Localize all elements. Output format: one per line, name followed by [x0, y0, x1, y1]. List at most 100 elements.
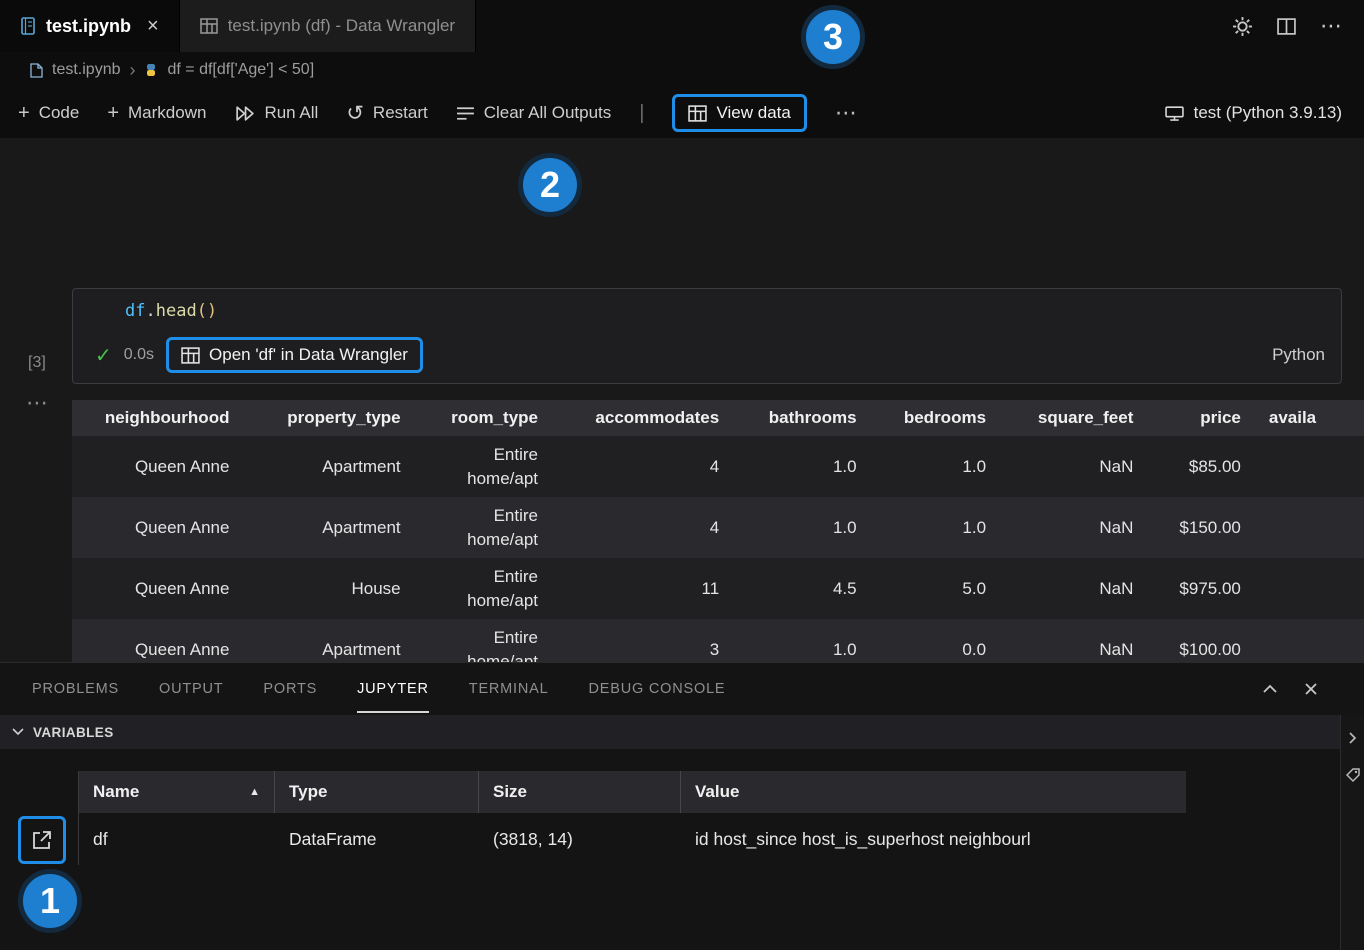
column-header: property_type — [243, 400, 414, 436]
panel-tab-ports[interactable]: PORTS — [263, 665, 317, 713]
cell: NaN — [1000, 497, 1147, 558]
variables-table: Name ▲ Type Size Value df DataFrame (381… — [78, 771, 1186, 865]
cell: 4 — [552, 497, 733, 558]
plus-icon: + — [18, 102, 30, 125]
panel-tab-debug-console[interactable]: DEBUG CONSOLE — [589, 665, 726, 713]
breadcrumb-separator: › — [129, 60, 135, 81]
vars-column-value-label: Value — [695, 782, 739, 802]
chevron-right-icon[interactable] — [1348, 731, 1357, 745]
gear-icon[interactable] — [1232, 16, 1253, 37]
variable-type: DataFrame — [275, 829, 479, 850]
tab-label: test.ipynb (df) - Data Wrangler — [228, 16, 455, 36]
cell: 1.0 — [871, 497, 1000, 558]
annotation-circle-2: 2 — [518, 153, 582, 217]
notebook-toolbar: + Code + Markdown Run All ↺ Restart Clea… — [0, 88, 1364, 138]
breadcrumb-code[interactable]: df = df[df['Age'] < 50] — [167, 61, 314, 79]
breadcrumb: test.ipynb › df = df[df['Age'] < 50] — [0, 52, 1364, 88]
panel-tab-problems[interactable]: PROBLEMS — [32, 665, 119, 713]
cell-language[interactable]: Python — [1272, 345, 1325, 365]
variable-value: id host_since host_is_superhost neighbou… — [681, 829, 1187, 850]
code-token: head — [156, 301, 197, 321]
cell: NaN — [1000, 558, 1147, 619]
close-icon[interactable]: × — [147, 15, 159, 38]
clear-all-outputs-button[interactable]: Clear All Outputs — [456, 103, 612, 123]
panel-tab-output[interactable]: OUTPUT — [159, 665, 223, 713]
file-icon — [30, 63, 43, 78]
column-header: square_feet — [1000, 400, 1147, 436]
add-code-label: Code — [39, 103, 80, 123]
notebook-cell[interactable]: df.head() ✓ 0.0s Open 'df' in Data Wrang… — [72, 288, 1342, 384]
breadcrumb-file[interactable]: test.ipynb — [52, 61, 120, 79]
open-in-data-viewer-button[interactable] — [18, 816, 66, 864]
column-header: price — [1147, 400, 1255, 436]
cell-status-bar: ✓ 0.0s Open 'df' in Data Wrangler Python — [95, 333, 1325, 377]
vars-column-type[interactable]: Type — [275, 771, 479, 813]
variable-row[interactable]: df DataFrame (3818, 14) id host_since ho… — [79, 813, 1186, 865]
clear-outputs-label: Clear All Outputs — [484, 103, 612, 123]
cell: 4 — [552, 436, 733, 497]
vars-column-name[interactable]: Name ▲ — [79, 771, 275, 813]
restart-button[interactable]: ↺ Restart — [346, 101, 427, 126]
kernel-icon — [1165, 105, 1184, 122]
restart-label: Restart — [373, 103, 428, 123]
panel-tab-terminal[interactable]: TERMINAL — [469, 665, 549, 713]
cell: Queen Anne — [72, 497, 243, 558]
open-df-data-wrangler-button[interactable]: Open 'df' in Data Wrangler — [166, 337, 423, 373]
vscode-window: test.ipynb × test.ipynb (df) - Data Wran… — [0, 0, 1364, 950]
add-code-button[interactable]: + Code — [18, 102, 79, 125]
vars-column-value[interactable]: Value — [681, 771, 1187, 813]
cell: 4.5 — [733, 558, 870, 619]
kernel-picker[interactable]: test (Python 3.9.13) — [1165, 103, 1346, 123]
cell — [1255, 558, 1364, 619]
split-editor-icon[interactable] — [1277, 18, 1296, 35]
column-header: accommodates — [552, 400, 733, 436]
cell: 1.0 — [733, 436, 870, 497]
chevron-up-icon[interactable] — [1262, 684, 1278, 694]
bottom-panel: PROBLEMS OUTPUT PORTS JUPYTER TERMINAL D… — [0, 662, 1364, 950]
add-markdown-button[interactable]: + Markdown — [107, 102, 206, 125]
run-all-button[interactable]: Run All — [234, 103, 318, 123]
tab-data-wrangler[interactable]: test.ipynb (df) - Data Wrangler — [179, 0, 476, 52]
run-all-icon — [234, 105, 255, 122]
view-data-button[interactable]: View data — [672, 94, 806, 132]
cell: 1.0 — [871, 436, 1000, 497]
panel-tab-jupyter[interactable]: JUPYTER — [357, 665, 429, 713]
restart-icon: ↺ — [346, 101, 364, 126]
cell: Queen Anne — [72, 558, 243, 619]
column-header: neighbourhood — [72, 400, 243, 436]
column-header: bathrooms — [733, 400, 870, 436]
cell: 5.0 — [871, 558, 1000, 619]
close-panel-icon[interactable] — [1304, 682, 1318, 696]
cell: 1.0 — [733, 497, 870, 558]
code-token: () — [197, 301, 217, 321]
table-row: Queen Anne Apartment Entire home/apt 4 1… — [72, 497, 1364, 558]
cell: $150.00 — [1147, 497, 1255, 558]
success-check-icon: ✓ — [95, 343, 112, 368]
variable-name: df — [79, 829, 275, 850]
clear-outputs-icon — [456, 106, 475, 121]
more-actions-icon[interactable]: ⋯ — [1320, 15, 1342, 37]
output-more-icon[interactable]: ⋯ — [26, 390, 48, 416]
kernel-label: test (Python 3.9.13) — [1194, 103, 1342, 123]
cell: Entire home/apt — [415, 436, 552, 497]
cell: Apartment — [243, 436, 414, 497]
cell: $85.00 — [1147, 436, 1255, 497]
tag-icon[interactable] — [1345, 767, 1361, 783]
cell: $975.00 — [1147, 558, 1255, 619]
tab-test-ipynb[interactable]: test.ipynb × — [0, 0, 179, 52]
notebook-file-icon — [20, 17, 36, 35]
variables-section-header[interactable]: VARIABLES — [0, 715, 1340, 749]
open-df-label: Open 'df' in Data Wrangler — [209, 345, 408, 365]
panel-actions — [1262, 682, 1332, 696]
vars-column-type-label: Type — [289, 782, 327, 802]
cell: House — [243, 558, 414, 619]
open-external-icon — [31, 829, 53, 851]
table-header-row: neighbourhood property_type room_type ac… — [72, 400, 1364, 436]
cell: 11 — [552, 558, 733, 619]
toolbar-separator: | — [639, 102, 644, 125]
vars-column-size[interactable]: Size — [479, 771, 681, 813]
cell: Entire home/apt — [415, 558, 552, 619]
more-actions-icon[interactable]: ⋯ — [835, 100, 857, 126]
cell: Entire home/apt — [415, 497, 552, 558]
cell-code[interactable]: df.head() — [125, 301, 217, 321]
